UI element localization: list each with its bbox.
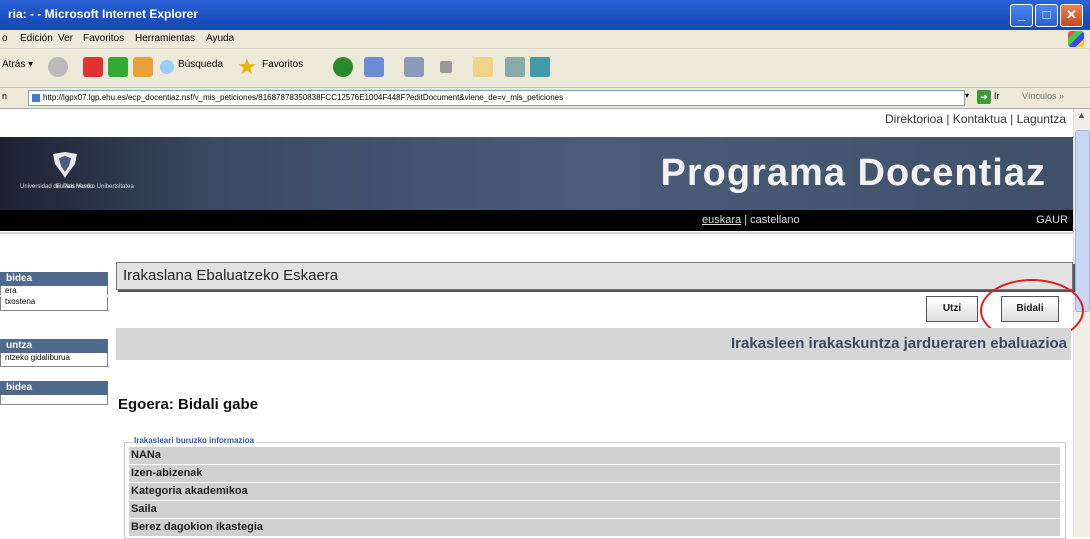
favorites-star-icon[interactable]: ★ (237, 54, 257, 80)
lang-castellano-link[interactable]: castellano (750, 214, 800, 226)
menu-archivo[interactable]: o (2, 33, 8, 44)
menu-herramientas[interactable]: Herramientas (135, 33, 195, 44)
window-titlebar[interactable]: ria: - - Microsoft Internet Explorer _ □… (0, 0, 1090, 30)
history-icon[interactable] (333, 57, 353, 77)
address-bar: n http://lgpx07.lgp.ehu.es/ecp_docentiaz… (0, 88, 1090, 109)
mail-icon[interactable] (364, 57, 384, 77)
sidebar-header-3[interactable]: bidea (0, 381, 108, 395)
sidebar-header-1[interactable]: bidea (0, 272, 108, 286)
top-nav[interactable]: Direktorioa | Kontaktua | Laguntza (885, 112, 1066, 126)
scrollbar-thumb[interactable] (1075, 130, 1090, 312)
sidebar-item-empty (0, 395, 108, 405)
go-label[interactable]: Ir (994, 91, 1000, 101)
menu-ayuda[interactable]: Ayuda (206, 33, 234, 44)
page-heading-box: Irakaslana Ebaluatzeko Eskaera (116, 262, 1073, 290)
lang-euskara-link[interactable]: euskara (702, 214, 741, 226)
scroll-up-icon[interactable]: ▲ (1077, 110, 1086, 120)
status-text: Egoera: Bidali gabe (118, 396, 259, 413)
section-bar: Irakasleen irakaskuntza jardueraren ebal… (116, 328, 1071, 360)
gaur-link[interactable]: GAUR (1036, 214, 1068, 226)
go-arrow-icon[interactable]: ➜ (977, 90, 991, 104)
folder-icon[interactable] (473, 57, 493, 77)
windows-logo-icon (1068, 31, 1084, 47)
refresh-icon[interactable] (108, 57, 128, 77)
site-title: Programa Docentiaz (660, 152, 1046, 194)
search-label[interactable]: Búsqueda (178, 59, 223, 70)
window-title: ria: - - Microsoft Internet Explorer (8, 7, 199, 21)
info-row: Kategoria akademikoa (129, 483, 1060, 500)
lang-separator: | (741, 214, 751, 226)
stop-icon[interactable] (83, 57, 103, 77)
maximize-button[interactable]: □ (1035, 4, 1058, 27)
back-button[interactable]: Atrás ▾ (2, 59, 33, 70)
home-icon[interactable] (133, 57, 153, 77)
section-title: Irakasleen irakaskuntza jardueraren ebal… (731, 335, 1067, 352)
sidebar-item[interactable]: txostena (0, 297, 108, 311)
info-row: NANa (129, 447, 1060, 464)
language-bar (0, 210, 1073, 231)
menu-ver[interactable]: Ver (58, 33, 73, 44)
sidebar-item[interactable]: era (0, 286, 108, 295)
messenger-icon[interactable] (530, 57, 550, 77)
address-dropdown-icon[interactable]: ▾ (965, 91, 969, 100)
cancel-button[interactable]: Utzi (926, 296, 978, 322)
menu-edicion[interactable]: Edición (20, 33, 53, 44)
info-row: Izen-abizenak (129, 465, 1060, 482)
address-label: n (2, 91, 8, 101)
address-input[interactable]: http://lgpx07.lgp.ehu.es/ecp_docentiaz.n… (28, 90, 965, 106)
favorites-label[interactable]: Favoritos (262, 59, 303, 70)
info-row: Berez dagokion ikastegia (129, 519, 1060, 536)
divider (0, 232, 1073, 234)
close-button[interactable]: ✕ (1060, 4, 1083, 27)
info-legend: Irakasleari buruzko informazioa (132, 436, 257, 445)
info-row: Saila (129, 501, 1060, 518)
address-url: http://lgpx07.lgp.ehu.es/ecp_docentiaz.n… (43, 93, 564, 102)
links-label[interactable]: Vínculos » (1022, 91, 1064, 101)
menu-favoritos[interactable]: Favoritos (83, 33, 124, 44)
language-switcher: euskara | castellano (702, 214, 800, 226)
print-icon[interactable] (404, 57, 424, 77)
university-logo-icon (53, 152, 77, 178)
menubar: o Edición Ver Favoritos Herramientas Ayu… (0, 30, 1090, 49)
logo-text-basque: Euskal Herriko Unibertsitatea (56, 184, 134, 190)
page-heading: Irakaslana Ebaluatzeko Eskaera (123, 267, 339, 284)
edit-icon[interactable] (440, 61, 452, 73)
toolbar: Atrás ▾ Búsqueda ★ Favoritos (0, 49, 1090, 88)
minimize-button[interactable]: _ (1010, 4, 1033, 27)
research-icon[interactable] (505, 57, 525, 77)
page-icon (32, 93, 40, 102)
sidebar-header-2[interactable]: untza (0, 339, 108, 353)
back-label: Atrás (2, 59, 26, 70)
forward-icon[interactable] (48, 57, 68, 77)
search-icon[interactable] (160, 60, 174, 74)
sidebar-item[interactable]: ntzeko gidaliburua (0, 353, 108, 367)
